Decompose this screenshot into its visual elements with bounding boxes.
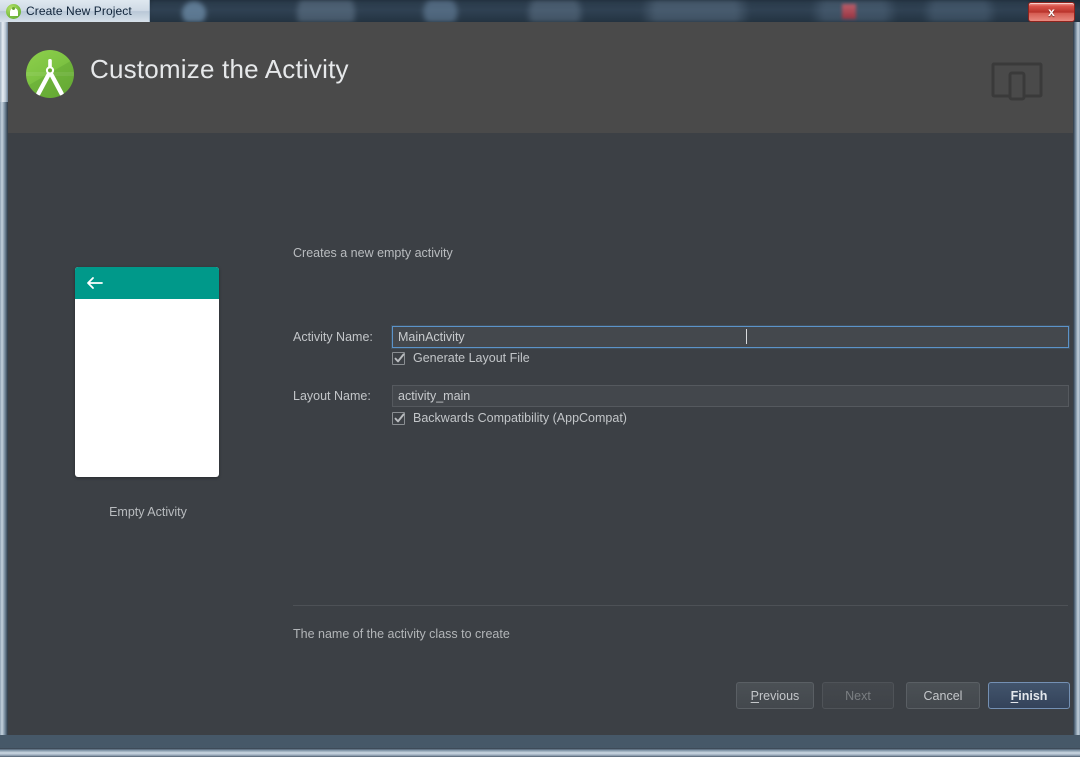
generate-layout-file-checkbox-row[interactable]: Generate Layout File bbox=[392, 351, 530, 365]
activity-name-label: Activity Name: bbox=[293, 330, 373, 344]
device-preview-icon bbox=[991, 62, 1043, 102]
close-button[interactable]: x bbox=[1028, 2, 1075, 22]
text-caret bbox=[746, 329, 747, 344]
layout-name-row: Layout Name: bbox=[293, 385, 1069, 407]
cancel-button[interactable]: Cancel bbox=[906, 682, 980, 709]
back-arrow-icon bbox=[85, 276, 103, 290]
desktop-blur-accent bbox=[842, 4, 856, 19]
title-bar-label-group: Create New Project bbox=[0, 0, 150, 22]
cancel-button-label: Cancel bbox=[923, 688, 963, 703]
dialog-content: Empty Activity Creates a new empty activ… bbox=[8, 133, 1073, 735]
dialog-footer: Previous Next Cancel Finish bbox=[8, 667, 1073, 735]
preview-card bbox=[75, 267, 219, 477]
close-icon: x bbox=[1048, 5, 1055, 19]
previous-button[interactable]: Previous bbox=[736, 682, 814, 709]
backwards-compatibility-checkbox[interactable] bbox=[392, 411, 405, 425]
backwards-compatibility-label: Backwards Compatibility (AppCompat) bbox=[413, 411, 627, 425]
activity-name-row: Activity Name: bbox=[293, 326, 1069, 348]
window-border-right bbox=[1073, 22, 1080, 735]
field-hint-text: The name of the activity class to create bbox=[293, 627, 510, 641]
previous-button-label: Previous bbox=[750, 688, 800, 703]
window-border-left bbox=[0, 22, 8, 735]
screen: Create New Project x Customize the Activ… bbox=[0, 0, 1080, 757]
create-new-project-dialog: Customize the Activity Empty Activity Cr… bbox=[8, 22, 1073, 735]
activity-name-input[interactable] bbox=[392, 326, 1069, 348]
layout-name-label: Layout Name: bbox=[293, 389, 371, 403]
finish-button[interactable]: Finish bbox=[988, 682, 1070, 709]
title-bar[interactable]: Create New Project x bbox=[0, 0, 1080, 22]
backwards-compatibility-checkbox-row[interactable]: Backwards Compatibility (AppCompat) bbox=[392, 411, 627, 425]
preview-appbar bbox=[75, 267, 219, 299]
preview-template-label: Empty Activity bbox=[109, 505, 187, 519]
generate-layout-file-checkbox[interactable] bbox=[392, 351, 405, 365]
activity-template-preview[interactable]: Empty Activity bbox=[75, 267, 221, 519]
template-description: Creates a new empty activity bbox=[293, 246, 453, 260]
hint-separator bbox=[293, 605, 1068, 606]
window-border-bottom bbox=[0, 748, 1080, 757]
page-title: Customize the Activity bbox=[90, 54, 349, 84]
android-studio-logo bbox=[26, 50, 78, 102]
generate-layout-file-label: Generate Layout File bbox=[413, 351, 530, 365]
android-icon bbox=[6, 3, 21, 19]
desktop-blur-backdrop bbox=[150, 0, 1030, 22]
dialog-header: Customize the Activity bbox=[8, 22, 1073, 133]
window-title: Create New Project bbox=[26, 4, 132, 18]
finish-button-label: Finish bbox=[1010, 688, 1048, 703]
layout-name-input[interactable] bbox=[392, 385, 1069, 407]
next-button: Next bbox=[822, 682, 894, 709]
window-border-left-highlight bbox=[0, 22, 8, 102]
next-button-label: Next bbox=[845, 688, 871, 703]
